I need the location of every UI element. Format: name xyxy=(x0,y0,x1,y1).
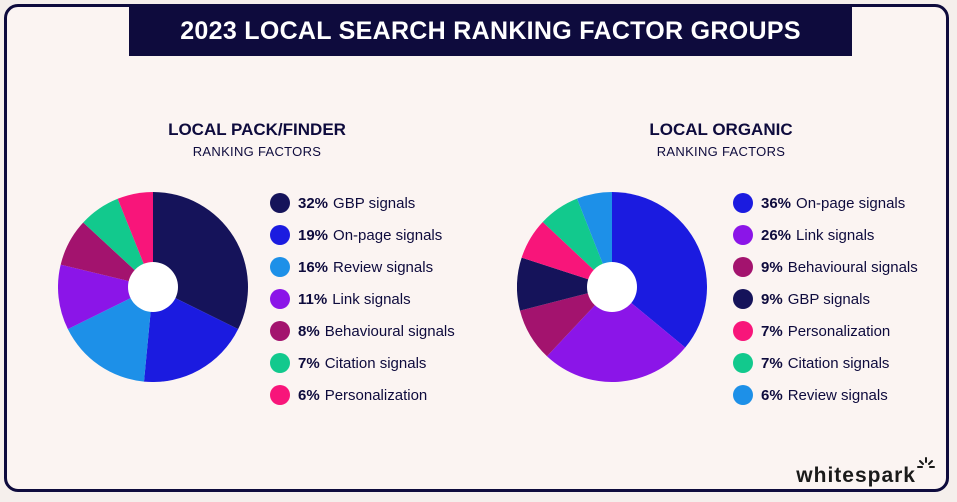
pie-chart-local-pack xyxy=(58,192,248,382)
legend-label: GBP signals xyxy=(787,290,870,308)
legend-swatch xyxy=(733,321,753,341)
legend-label: Citation signals xyxy=(324,354,427,372)
legend-label: Review signals xyxy=(787,386,888,404)
legend-label: Link signals xyxy=(796,226,875,244)
legend-percent: 26% xyxy=(761,226,792,244)
logo-text: whitespark xyxy=(796,464,916,487)
legend-percent: 16% xyxy=(298,258,329,276)
legend-swatch xyxy=(733,353,753,373)
legend-percent: 11% xyxy=(298,290,328,308)
donut-hole xyxy=(587,262,637,312)
legend-label: Review signals xyxy=(333,258,434,276)
whitespark-logo: whitespark xyxy=(796,456,935,488)
chart-title-local-organic: LOCAL ORGANIC RANKING FACTORS xyxy=(596,120,846,159)
legend-local-pack: 32% GBP signals 19% On-page signals 16% Revie… xyxy=(270,187,455,411)
legend-label: Link signals xyxy=(332,290,411,308)
legend-percent: 32% xyxy=(298,194,329,212)
legend-item: 6% Review signals xyxy=(733,379,918,411)
chart-subheading: RANKING FACTORS xyxy=(656,144,786,159)
legend-swatch xyxy=(733,289,753,309)
legend-label: Behavioural signals xyxy=(324,322,455,340)
legend-local-organic: 36% On-page signals 26% Link signals 9% Behav… xyxy=(733,187,918,411)
legend-swatch xyxy=(270,353,290,373)
legend-percent: 7% xyxy=(298,354,320,372)
legend-swatch xyxy=(733,193,753,213)
legend-item: 16% Review signals xyxy=(270,251,455,283)
legend-percent: 7% xyxy=(761,322,783,340)
legend-item: 11% Link signals xyxy=(270,283,455,315)
pie-chart-local-organic xyxy=(517,192,707,382)
legend-percent: 6% xyxy=(761,386,783,404)
legend-label: Citation signals xyxy=(787,354,890,372)
legend-label: Personalization xyxy=(787,322,891,340)
legend-item: 32% GBP signals xyxy=(270,187,455,219)
legend-label: On-page signals xyxy=(333,226,443,244)
legend-swatch xyxy=(270,289,290,309)
legend-percent: 6% xyxy=(298,386,320,404)
donut-hole xyxy=(128,262,178,312)
legend-item: 7% Personalization xyxy=(733,315,918,347)
legend-item: 36% On-page signals xyxy=(733,187,918,219)
legend-label: GBP signals xyxy=(333,194,416,212)
legend-swatch xyxy=(733,225,753,245)
legend-item: 8% Behavioural signals xyxy=(270,315,455,347)
legend-swatch xyxy=(270,257,290,277)
chart-subheading: RANKING FACTORS xyxy=(192,144,322,159)
legend-label: Behavioural signals xyxy=(787,258,918,276)
legend-label: On-page signals xyxy=(796,194,906,212)
legend-percent: 9% xyxy=(761,290,783,308)
legend-item: 19% On-page signals xyxy=(270,219,455,251)
legend-swatch xyxy=(733,257,753,277)
legend-percent: 19% xyxy=(298,226,329,244)
chart-heading: LOCAL PACK/FINDER xyxy=(168,120,346,139)
legend-percent: 7% xyxy=(761,354,783,372)
legend-percent: 8% xyxy=(298,322,320,340)
legend-item: 9% GBP signals xyxy=(733,283,918,315)
legend-swatch xyxy=(270,225,290,245)
legend-swatch xyxy=(733,385,753,405)
legend-item: 6% Personalization xyxy=(270,379,455,411)
legend-percent: 36% xyxy=(761,194,792,212)
chart-title-local-pack: LOCAL PACK/FINDER RANKING FACTORS xyxy=(132,120,382,159)
legend-item: 7% Citation signals xyxy=(270,347,455,379)
legend-swatch xyxy=(270,193,290,213)
chart-heading: LOCAL ORGANIC xyxy=(649,120,793,139)
page-title: 2023 LOCAL SEARCH RANKING FACTOR GROUPS xyxy=(129,6,852,56)
legend-swatch xyxy=(270,385,290,405)
legend-item: 26% Link signals xyxy=(733,219,918,251)
legend-item: 7% Citation signals xyxy=(733,347,918,379)
legend-item: 9% Behavioural signals xyxy=(733,251,918,283)
legend-label: Personalization xyxy=(324,386,428,404)
legend-swatch xyxy=(270,321,290,341)
legend-percent: 9% xyxy=(761,258,783,276)
spark-icon xyxy=(917,457,935,468)
